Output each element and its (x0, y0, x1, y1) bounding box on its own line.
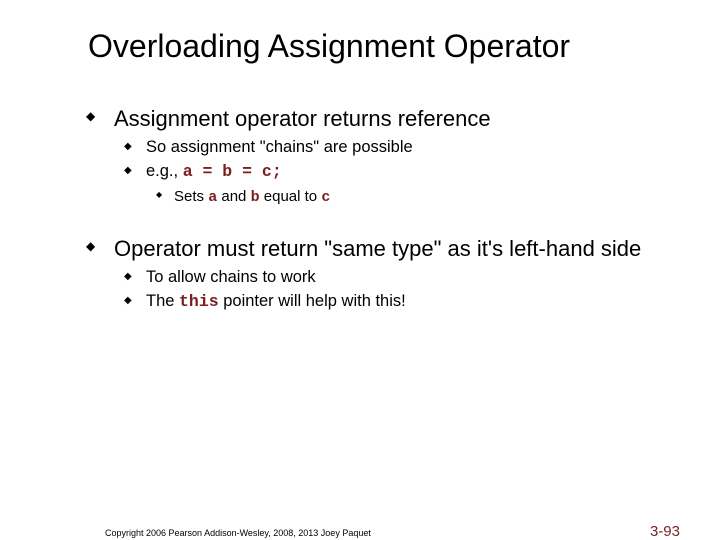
slide: Overloading Assignment Operator Assignme… (0, 28, 720, 540)
bullet-l2: To allow chains to work (124, 267, 660, 288)
text: equal to (260, 188, 322, 205)
code-inline: a (208, 189, 217, 206)
copyright-text: Copyright 2006 Pearson Addison-Wesley, 2… (105, 528, 371, 538)
bullet-l2: So assignment "chains" are possible (124, 137, 660, 158)
bullet-l1: Assignment operator returns reference (86, 105, 660, 133)
code-inline: b (251, 189, 260, 206)
code-inline: c (321, 189, 330, 206)
slide-content: Assignment operator returns reference So… (86, 105, 660, 313)
bullet-l1: Operator must return "same type" as it's… (86, 235, 660, 263)
text: e.g., (146, 162, 183, 180)
bullet-l2: e.g., a = b = c; (124, 161, 660, 183)
page-number: 3-93 (650, 523, 680, 540)
slide-title: Overloading Assignment Operator (88, 28, 720, 65)
bullet-l2: The this pointer will help with this! (124, 291, 660, 313)
text: The (146, 292, 179, 310)
spacer (86, 209, 660, 223)
bullet-l3: Sets a and b equal to c (156, 187, 660, 208)
code-inline: a = b = c; (183, 162, 282, 181)
text: and (217, 188, 250, 205)
text: Sets (174, 188, 208, 205)
text: pointer will help with this! (219, 292, 406, 310)
code-inline: this (179, 292, 219, 311)
